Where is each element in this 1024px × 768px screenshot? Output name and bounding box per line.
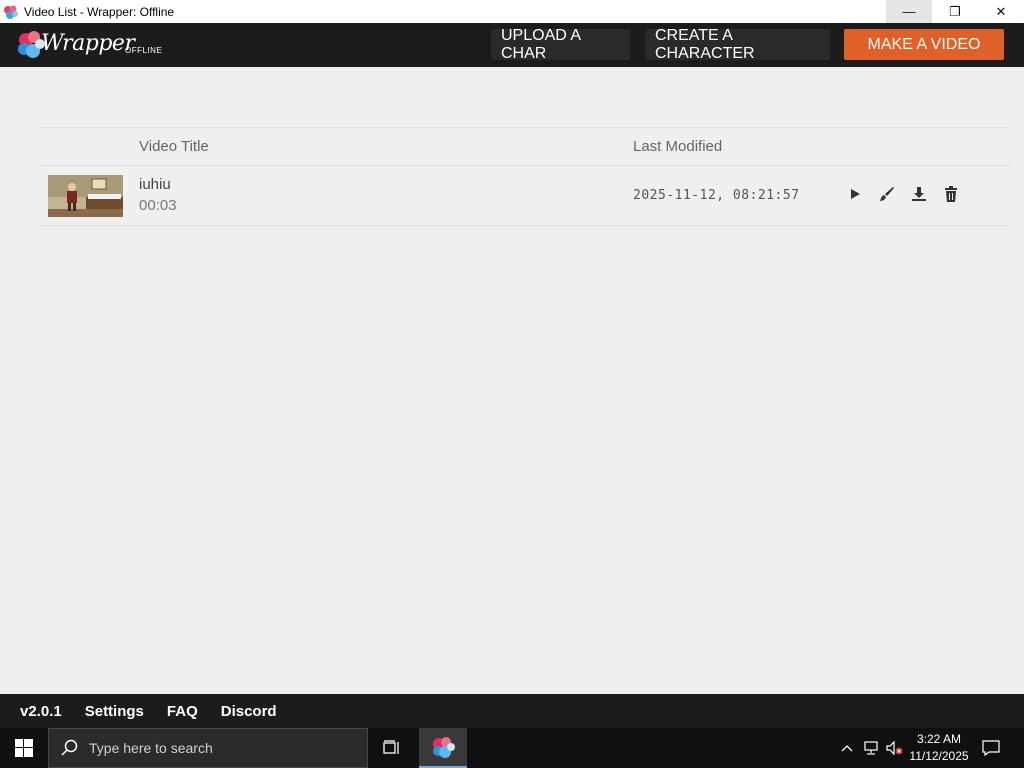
search-placeholder: Type here to search [89, 740, 213, 756]
make-video-button[interactable]: MAKE A VIDEO [844, 29, 1004, 60]
taskbar-wrapper-app[interactable] [419, 728, 467, 768]
column-header-title[interactable]: Video Title [139, 138, 209, 155]
download-icon[interactable] [909, 184, 929, 204]
start-button[interactable] [0, 728, 48, 768]
window-title: Video List - Wrapper: Offline [24, 4, 175, 19]
taskbar-search-box[interactable]: Type here to search [48, 728, 368, 768]
search-icon [61, 739, 78, 756]
wrapper-app-icon [433, 737, 455, 758]
windows-taskbar: Type here to search 3:22 AM 11/12/2025 [0, 728, 1024, 768]
trash-icon[interactable] [941, 184, 961, 204]
version-label: v2.0.1 [20, 702, 62, 720]
close-button[interactable]: ✕ [978, 0, 1024, 23]
upload-char-button[interactable]: UPLOAD A CHAR [491, 27, 630, 62]
volume-muted-icon[interactable] [885, 728, 905, 768]
brush-icon[interactable] [877, 184, 897, 204]
table-row[interactable]: iuhiu 00:03 2025-11-12, 08:21:57 [40, 166, 1010, 226]
wrapper-logo[interactable]: Wrapper OFFLINE [15, 29, 165, 61]
window-controls: — ❐ ✕ [886, 0, 1024, 23]
minimize-button[interactable]: — [886, 0, 932, 23]
taskbar-clock[interactable]: 3:22 AM 11/12/2025 [905, 731, 973, 765]
footer-link-settings[interactable]: Settings [85, 703, 144, 720]
video-title: iuhiu [139, 176, 171, 193]
chevron-up-icon[interactable] [838, 728, 856, 768]
create-character-button[interactable]: CREATE A CHARACTER [645, 27, 830, 62]
video-thumbnail[interactable] [48, 175, 123, 217]
logo-wordmark: Wrapper [41, 31, 135, 56]
column-header-modified[interactable]: Last Modified [633, 138, 722, 155]
video-table: Video Title Last Modified iuhiu 00:03 20… [40, 127, 1010, 226]
app-footer: v2.0.1 Settings FAQ Discord [0, 694, 1024, 728]
restore-button[interactable]: ❐ [932, 0, 978, 23]
video-duration: 00:03 [139, 197, 177, 214]
app-header: Wrapper OFFLINE UPLOAD A CHAR CREATE A C… [0, 23, 1024, 67]
notification-icon[interactable] [980, 728, 1002, 768]
windows-logo-icon [15, 739, 33, 757]
network-icon[interactable] [862, 728, 882, 768]
footer-link-discord[interactable]: Discord [221, 703, 277, 720]
window-titlebar: Video List - Wrapper: Offline — ❐ ✕ [0, 0, 1024, 23]
play-icon[interactable] [845, 184, 865, 204]
table-header: Video Title Last Modified [40, 127, 1010, 166]
task-view-icon[interactable] [376, 728, 408, 768]
app-icon [2, 3, 20, 21]
clock-date: 11/12/2025 [909, 749, 969, 763]
clock-time: 3:22 AM [916, 732, 962, 746]
video-last-modified: 2025-11-12, 08:21:57 [633, 188, 800, 203]
footer-link-faq[interactable]: FAQ [167, 703, 198, 720]
logo-subtitle: OFFLINE [125, 46, 163, 55]
